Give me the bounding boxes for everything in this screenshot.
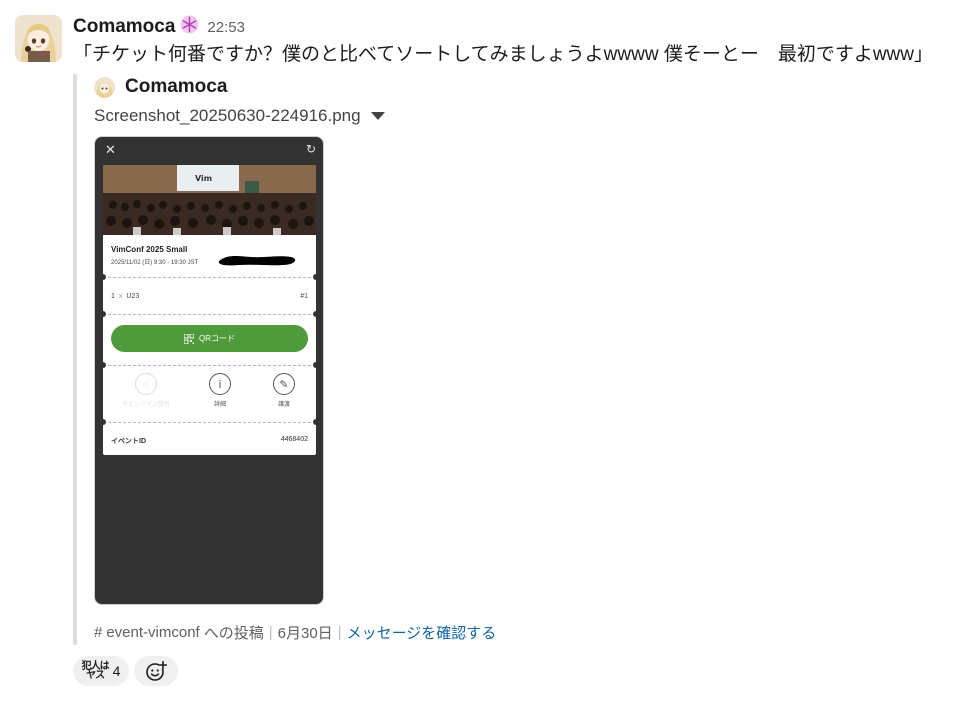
qr-code-label: QRコード xyxy=(199,334,235,343)
redaction-scribble xyxy=(218,255,296,266)
event-date: 2025/11/02 (日) 9:30 - 19:30 JST xyxy=(111,260,199,266)
attachment-footer: # event-vimconf への投稿 | 6月30日 | メッセージを確認す… xyxy=(94,622,496,642)
message-text: 「チケット何番ですか？僕のと比べてソートしてみましょうよwwww 僕そーとー 最… xyxy=(73,44,933,65)
emoji-text-bottom: ヤス xyxy=(86,670,105,681)
attachment-author-name[interactable]: Comamoca xyxy=(125,76,227,98)
checkin-action: ☝ チェックイン受付 xyxy=(121,373,171,408)
details-label: 詳細 xyxy=(213,402,226,408)
perforation-divider xyxy=(103,365,316,366)
refresh-icon: ↻ xyxy=(305,142,316,156)
event-id-value: 4468402 xyxy=(280,436,308,443)
svg-text:Vim: Vim xyxy=(195,174,212,183)
ticket-notch xyxy=(313,311,316,317)
info-icon: i xyxy=(209,373,231,395)
qr-code-button: QRコード xyxy=(111,325,308,352)
attachment-author: Comamoca xyxy=(94,76,227,98)
event-id-row: イベントID 4468402 xyxy=(111,436,308,446)
snowflake-pink-icon[interactable] xyxy=(180,15,199,34)
add-reaction-button[interactable] xyxy=(134,656,178,686)
close-icon: ✕ xyxy=(105,143,116,158)
ticket-notch xyxy=(313,362,316,368)
ticket-type: U23 xyxy=(126,293,140,300)
perforation-divider xyxy=(103,277,316,278)
message-timestamp[interactable]: 22:53 xyxy=(207,19,245,36)
ticket-notch xyxy=(313,419,316,425)
channel-hash: # xyxy=(94,623,103,641)
file-name[interactable]: Screenshot_20250630-224916.png xyxy=(94,106,361,126)
view-message-link[interactable]: メッセージを確認する xyxy=(347,622,497,643)
post-date[interactable]: 6月30日 xyxy=(278,622,333,643)
ticket-transfer-icon: ✎ xyxy=(273,373,295,395)
checkin-label: チェックイン受付 xyxy=(121,402,170,408)
ticket-notch xyxy=(103,274,106,280)
ticket-card: Vim VimConf 2025 Small 2025/11/02 (日) 9:… xyxy=(103,165,316,455)
ticket-notch xyxy=(103,419,106,425)
username[interactable]: Comamoca xyxy=(73,16,175,38)
transfer-label: 譲渡 xyxy=(277,402,290,408)
qr-code-icon xyxy=(184,333,194,344)
hand-tap-icon: ☝ xyxy=(135,373,157,395)
attachment-author-avatar[interactable] xyxy=(94,76,115,98)
user-avatar[interactable] xyxy=(15,15,62,62)
culprit-yasu-emoji: 犯人は ヤス xyxy=(82,662,110,681)
ticket-notch xyxy=(313,274,316,280)
event-photo: Vim xyxy=(103,165,316,235)
event-id-label: イベントID xyxy=(111,438,146,445)
reaction-count: 4 xyxy=(112,663,121,679)
transfer-action: ✎ 譲渡 xyxy=(259,373,309,408)
footer-separator: | xyxy=(337,623,342,641)
ticket-quantity: 1 xyxy=(111,293,115,300)
ticket-number: #1 xyxy=(300,293,308,300)
reaction-pill[interactable]: 犯人は ヤス 4 xyxy=(73,656,129,686)
message-header: Comamoca 22:53 xyxy=(73,13,245,37)
posted-suffix: への投稿 xyxy=(203,624,264,642)
perforation-divider xyxy=(103,422,316,423)
event-title: VimConf 2025 Small xyxy=(111,245,188,254)
image-preview[interactable]: ✕ ↻ Vim VimConf 2025 Small 2025/11/02 (日… xyxy=(94,136,324,605)
footer-separator: | xyxy=(268,623,273,641)
chevron-down-icon[interactable] xyxy=(370,112,385,120)
details-action: i 詳細 xyxy=(195,373,245,408)
attachment-quote-bar xyxy=(73,74,77,645)
file-header: Screenshot_20250630-224916.png xyxy=(94,106,385,126)
ticket-row: 1 x U23 #1 xyxy=(111,293,308,300)
channel-name[interactable]: event-vimconf xyxy=(106,624,199,641)
ticket-times: x xyxy=(118,293,123,300)
ticket-notch xyxy=(103,311,106,317)
perforation-divider xyxy=(103,314,316,315)
add-reaction-icon xyxy=(146,660,167,681)
ticket-notch xyxy=(103,362,106,368)
